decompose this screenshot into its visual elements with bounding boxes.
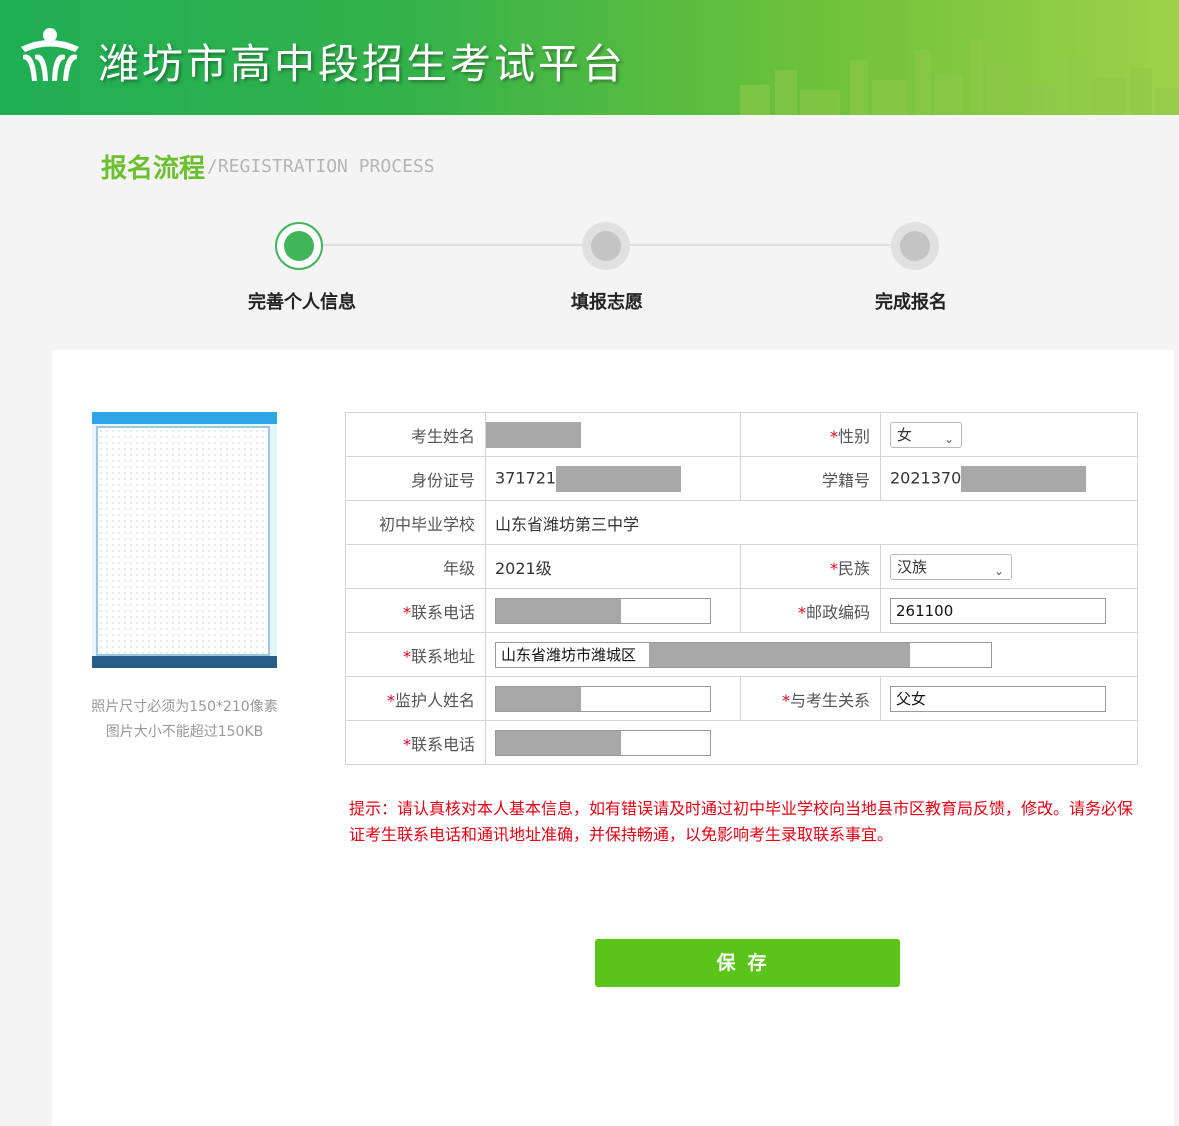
form-panel: 照片尺寸必须为150*210像素 图片大小不能超过150KB 考生姓名 *性别 … xyxy=(52,350,1174,1126)
photo-placeholder xyxy=(96,426,270,656)
school-label: 初中毕业学校 xyxy=(345,500,486,545)
id-label: 身份证号 xyxy=(345,456,486,501)
save-button[interactable]: 保存 xyxy=(595,939,900,987)
step-connector xyxy=(322,244,584,246)
photo-bottom-edge xyxy=(92,656,277,668)
guardian-redacted xyxy=(496,686,581,711)
step-indicator-inactive xyxy=(891,222,939,270)
grade-label: 年级 xyxy=(345,544,486,589)
ethnicity-label: *民族 xyxy=(740,544,881,589)
phone-label: *联系电话 xyxy=(345,588,486,633)
address-label: *联系地址 xyxy=(345,632,486,677)
postcode-label: *邮政编码 xyxy=(740,588,881,633)
photo-note: 照片尺寸必须为150*210像素 图片大小不能超过150KB xyxy=(82,695,287,745)
site-title: 潍坊市高中段招生考试平台 xyxy=(98,40,626,88)
id-value-redacted xyxy=(556,465,682,492)
platform-logo xyxy=(21,28,79,81)
address-input[interactable]: 山东省潍坊市潍城区 xyxy=(495,641,992,668)
postcode-input[interactable]: 261100 xyxy=(890,597,1106,624)
gender-select[interactable]: 女 ⌄ xyxy=(890,421,962,448)
grade-value: 2021级 xyxy=(485,544,741,589)
name-value-redacted xyxy=(486,421,581,448)
phone-input[interactable] xyxy=(495,597,711,624)
school-value: 山东省潍坊第三中学 xyxy=(485,500,1138,545)
guardian-input[interactable] xyxy=(495,685,711,712)
student-photo[interactable] xyxy=(92,412,277,668)
photo-top-edge xyxy=(92,412,277,424)
step-indicator-inactive xyxy=(582,222,630,270)
guardian-phone-redacted xyxy=(496,730,621,755)
site-header: 潍坊市高中段招生考试平台 xyxy=(0,0,1179,115)
table-row: 身份证号 371721 学籍号 2021370 xyxy=(345,456,1138,501)
table-row: 年级 2021级 *民族 汉族 ⌄ xyxy=(345,544,1138,589)
step-label-fill-wishes: 填报志愿 xyxy=(571,292,643,313)
table-row: 初中毕业学校 山东省潍坊第三中学 xyxy=(345,500,1138,545)
step-label-complete: 完成报名 xyxy=(875,292,947,313)
table-row: *监护人姓名 *与考生关系 父女 xyxy=(345,676,1138,721)
step-indicator-active xyxy=(275,222,323,270)
id-value: 371721 xyxy=(495,468,557,487)
table-row: 考生姓名 *性别 女 ⌄ xyxy=(345,412,1138,457)
name-label: 考生姓名 xyxy=(345,412,486,457)
city-skyline-decoration xyxy=(740,40,1179,115)
guardian-phone-input[interactable] xyxy=(495,729,711,756)
tip-text: 提示：请认真核对本人基本信息，如有错误请及时通过初中毕业学校向当地县市区教育局反… xyxy=(349,799,1134,844)
chevron-down-icon: ⌄ xyxy=(943,431,954,446)
chevron-down-icon: ⌄ xyxy=(993,563,1004,578)
relation-input[interactable]: 父女 xyxy=(890,685,1106,712)
phone-redacted xyxy=(496,598,621,623)
step-connector xyxy=(630,244,892,246)
photo-size-note: 照片尺寸必须为150*210像素 xyxy=(91,699,278,715)
photo-filesize-note: 图片大小不能超过150KB xyxy=(105,724,264,740)
table-row: *联系电话 *邮政编码 261100 xyxy=(345,588,1138,633)
relation-label: *与考生关系 xyxy=(740,676,881,721)
step-label-personal-info: 完善个人信息 xyxy=(248,292,356,313)
ethnicity-select[interactable]: 汉族 ⌄ xyxy=(890,553,1012,580)
process-subtitle: /REGISTRATION PROCESS xyxy=(207,156,435,177)
student-no-value: 2021370 xyxy=(890,468,962,487)
guardian-label: *监护人姓名 xyxy=(345,676,486,721)
gender-label: *性别 xyxy=(740,412,881,457)
guardian-phone-label: *联系电话 xyxy=(345,720,486,765)
table-row: *联系电话 xyxy=(345,720,1138,765)
student-no-redacted xyxy=(961,465,1087,492)
process-title: 报名流程 xyxy=(101,154,206,184)
table-row: *联系地址 山东省潍坊市潍城区 xyxy=(345,632,1138,677)
personal-info-table: 考生姓名 *性别 女 ⌄ 身份证号 371721 学籍号 2021370 初中毕业… xyxy=(345,412,1138,765)
student-no-label: 学籍号 xyxy=(740,456,881,501)
address-redacted xyxy=(649,642,910,667)
